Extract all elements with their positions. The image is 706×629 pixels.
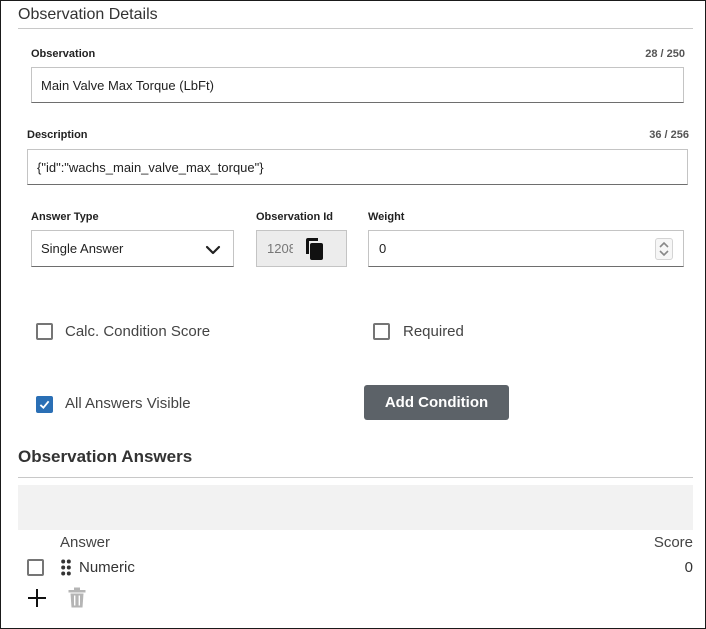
answers-section-title: Observation Answers (18, 447, 193, 466)
weight-label: Weight (368, 211, 405, 223)
observation-char-counter: 28 / 250 (645, 48, 685, 60)
section-title: Observation Details (18, 6, 158, 23)
description-char-counter: 36 / 256 (649, 129, 689, 141)
weight-spinner[interactable] (655, 238, 673, 260)
answer-type-label: Answer Type (31, 211, 99, 223)
answer-type-select[interactable]: Single Answer (31, 230, 234, 267)
drag-handle-icon[interactable] (61, 559, 71, 576)
answer-column-header: Answer (60, 534, 111, 551)
observation-input[interactable] (31, 67, 684, 103)
checkmark-icon (39, 400, 50, 410)
observation-id-label: Observation Id (256, 211, 334, 223)
description-label: Description (27, 129, 88, 141)
calc-condition-score-checkbox[interactable] (36, 323, 53, 340)
answer-cell: Numeric (79, 559, 135, 576)
answers-divider (18, 477, 693, 478)
answer-type-value: Single Answer (41, 241, 124, 256)
observation-details-panel: Observation Details Observation 28 / 250… (0, 0, 706, 629)
add-icon[interactable] (27, 588, 47, 608)
weight-value: 0 (379, 241, 387, 256)
all-answers-visible-label: All Answers Visible (65, 395, 191, 412)
add-condition-button[interactable]: Add Condition (364, 385, 509, 420)
observation-id-field: 1208 (256, 230, 347, 267)
spinner-arrows-icon (659, 241, 669, 257)
row-select-checkbox[interactable] (27, 559, 44, 576)
chevron-down-icon (205, 245, 221, 255)
required-label: Required (403, 323, 464, 340)
score-cell: 0 (684, 559, 693, 576)
weight-input[interactable]: 0 (368, 230, 684, 267)
copy-icon[interactable] (304, 237, 326, 261)
section-divider (18, 28, 693, 29)
trash-icon[interactable] (68, 587, 86, 608)
observation-label: Observation (31, 48, 96, 60)
answers-toolbar (18, 485, 693, 530)
score-column-header: Score (653, 534, 693, 551)
required-checkbox[interactable] (373, 323, 390, 340)
all-answers-visible-checkbox[interactable] (36, 396, 53, 413)
calc-condition-score-label: Calc. Condition Score (65, 323, 211, 340)
description-input[interactable] (27, 149, 688, 185)
observation-id-value: 1208 (267, 241, 293, 256)
